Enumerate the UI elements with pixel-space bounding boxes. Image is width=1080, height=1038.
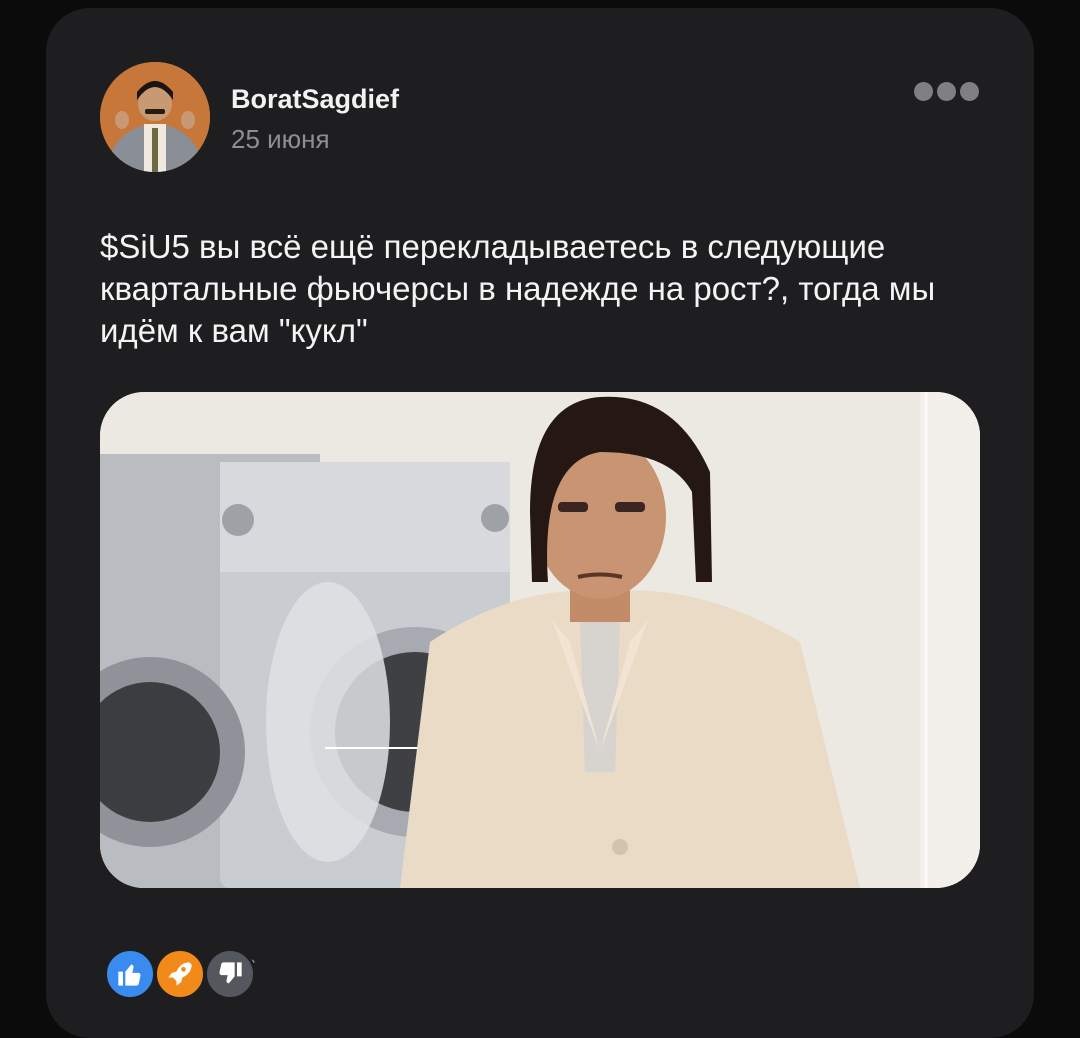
thumbs-up-icon[interactable] (104, 948, 156, 1000)
post-card: BoratSagdief 25 июня $SiU5 вы всё ещё пе… (46, 8, 1034, 1038)
post-text: $SiU5 вы всё ещё перекладываетесь в след… (100, 228, 936, 349)
menu-dot (914, 82, 933, 101)
avatar-photo (100, 62, 210, 172)
thumbs-down-icon[interactable] (204, 948, 256, 1000)
reactions-bar[interactable] (104, 948, 264, 1002)
author-name[interactable]: BoratSagdief (231, 84, 399, 115)
menu-dot (960, 82, 979, 101)
post-date: 25 июня (231, 124, 330, 154)
more-dots-icon[interactable] (914, 82, 980, 104)
author-avatar[interactable] (100, 62, 210, 172)
menu-dot (937, 82, 956, 101)
post-photo[interactable] (100, 392, 980, 888)
post-image (100, 392, 980, 888)
rocket-icon[interactable] (154, 948, 206, 1000)
